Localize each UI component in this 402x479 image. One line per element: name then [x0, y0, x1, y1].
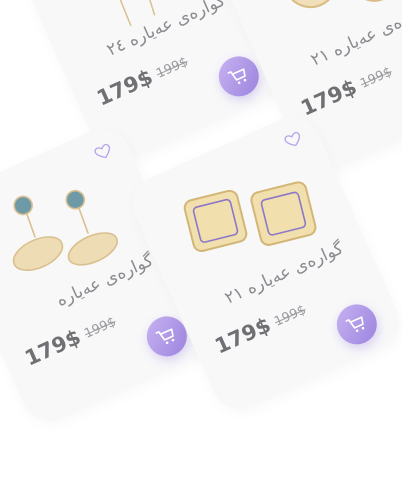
- product-grid: گوارەی عەیارە ٢٤ 179$ 199$ گوارەی عەیارە…: [0, 0, 402, 479]
- product-old-price: 199$: [82, 314, 119, 342]
- product-price: 179$: [21, 324, 85, 371]
- product-old-price: 199$: [272, 302, 309, 330]
- product-price: 179$: [297, 74, 361, 121]
- square-filigree-earrings-icon: [183, 181, 317, 252]
- product-price: 179$: [93, 64, 157, 111]
- product-old-price: 199$: [154, 54, 191, 82]
- product-old-price: 199$: [358, 64, 395, 92]
- cart-icon: [227, 68, 247, 85]
- cart-icon: [345, 316, 365, 333]
- cart-icon: [155, 328, 175, 345]
- product-price: 179$: [211, 312, 275, 359]
- add-to-cart-button[interactable]: [330, 297, 384, 351]
